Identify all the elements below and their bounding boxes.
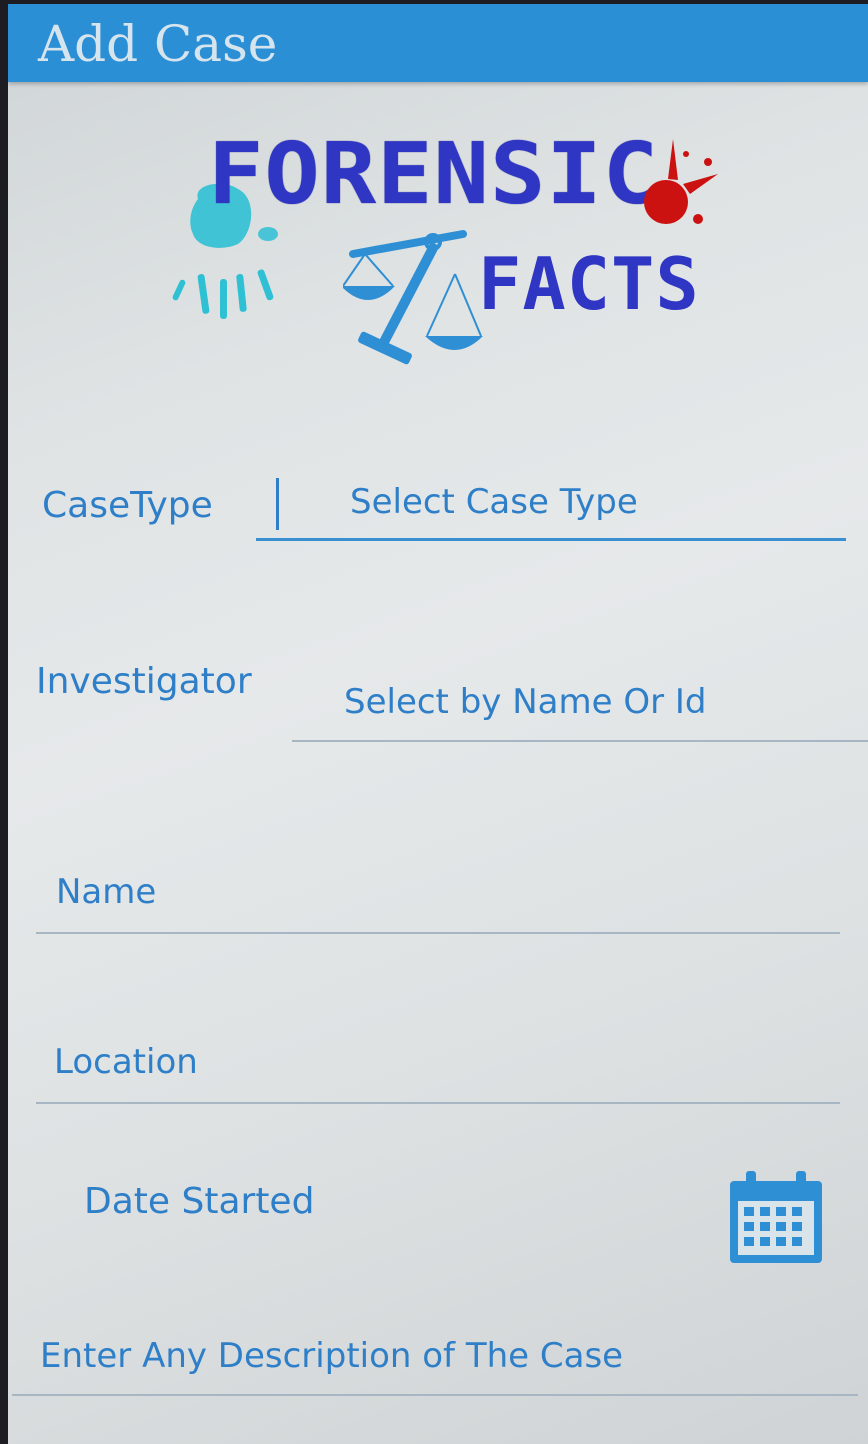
logo-word-forensic: FORENSIC <box>208 124 660 224</box>
description-input[interactable]: Enter Any Description of The Case <box>40 1334 623 1378</box>
location-input[interactable]: Location <box>54 1040 198 1084</box>
investigator-label: Investigator <box>36 661 252 702</box>
app-title: Add Case <box>38 15 278 73</box>
app-bar: Add Case <box>8 4 868 82</box>
blood-splatter-icon <box>644 139 718 224</box>
name-underline <box>36 932 840 934</box>
screen: Add Case FORENSIC FACTS CaseType Select … <box>8 4 868 1444</box>
forensic-facts-logo: FORENSIC FACTS <box>168 124 728 374</box>
name-input[interactable]: Name <box>56 870 156 914</box>
case-type-underline <box>256 538 846 541</box>
date-started-label: Date Started <box>84 1181 315 1222</box>
investigator-underline <box>292 740 868 742</box>
calendar-icon[interactable] <box>726 1169 826 1267</box>
case-type-label: CaseType <box>42 485 213 526</box>
text-cursor <box>276 478 279 530</box>
description-underline <box>12 1394 858 1396</box>
logo-word-facts: FACTS <box>478 242 700 326</box>
case-type-spinner[interactable]: Select Case Type <box>350 480 638 524</box>
scales-of-justice-icon <box>343 230 483 365</box>
investigator-input[interactable]: Select by Name Or Id <box>344 680 706 724</box>
location-underline <box>36 1102 840 1104</box>
